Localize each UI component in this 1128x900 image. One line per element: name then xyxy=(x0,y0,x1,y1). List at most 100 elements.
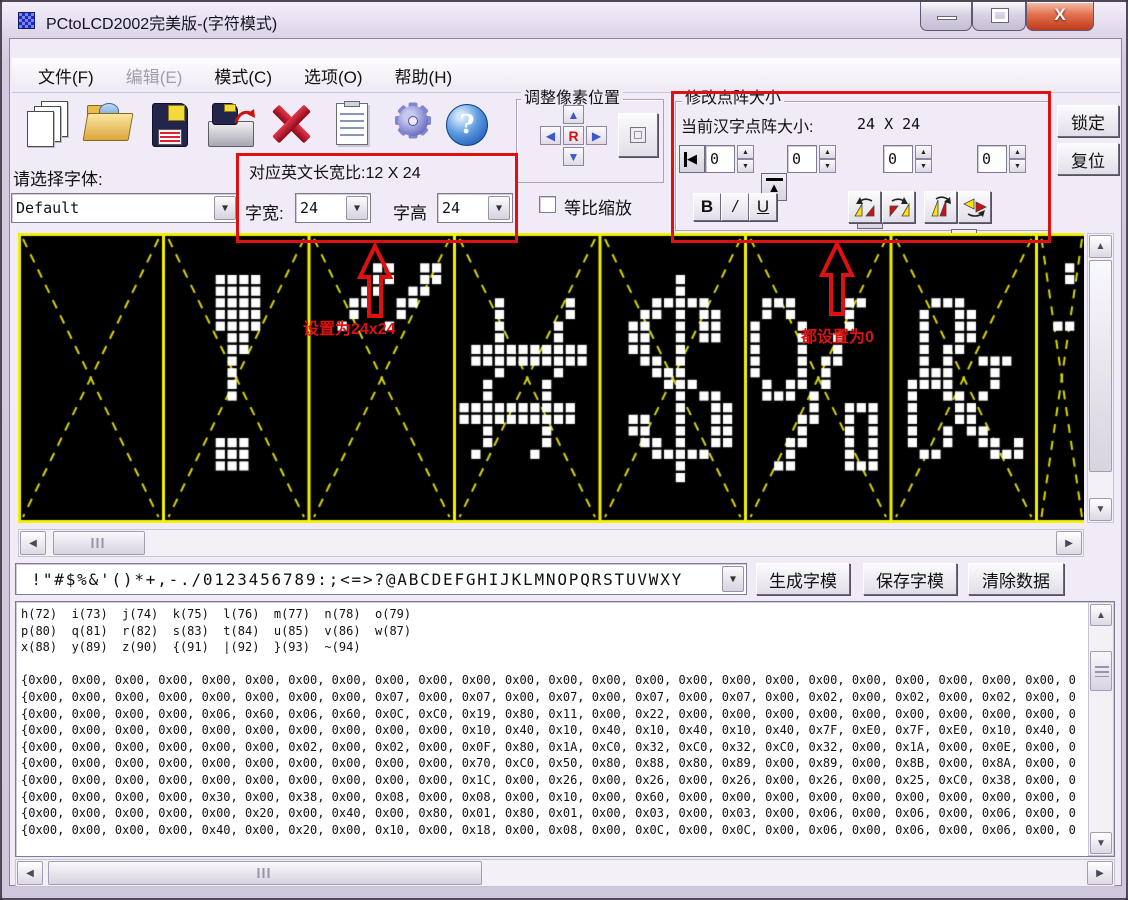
output-vscroll-thumb[interactable] xyxy=(1090,651,1112,691)
scroll-right-button[interactable]: ▶ xyxy=(1056,531,1082,555)
spin-up-icon[interactable]: ▲ xyxy=(819,145,836,159)
chevron-down-icon[interactable]: ▼ xyxy=(214,196,236,220)
menu-file[interactable]: 文件(F) xyxy=(22,59,110,92)
gear-hole xyxy=(408,116,418,126)
bottom-margin-field[interactable]: 0 xyxy=(977,145,1007,173)
preview-vscrollbar[interactable]: ▲ ▼ xyxy=(1087,233,1114,523)
center-glyph-button[interactable] xyxy=(618,113,658,157)
maximize-button[interactable] xyxy=(972,2,1026,31)
output-hscrollbar[interactable]: ◀ ▶ xyxy=(15,859,1115,887)
save-button[interactable] xyxy=(150,101,198,153)
output-vscrollbar[interactable]: ▲ ▼ xyxy=(1088,602,1114,856)
scroll-down-button[interactable]: ▼ xyxy=(1089,498,1112,521)
left-margin-icon-button[interactable]: ◀ xyxy=(679,145,705,173)
flip-horizontal-icon xyxy=(962,196,988,218)
underline-button[interactable]: U xyxy=(749,193,777,221)
reset-button[interactable]: 复位 xyxy=(1057,143,1119,175)
scale-checkbox[interactable] xyxy=(539,196,556,213)
scroll-down-button[interactable]: ▼ xyxy=(1090,832,1112,854)
scroll-left-button[interactable]: ◀ xyxy=(20,531,46,555)
move-left-button[interactable]: ◀ xyxy=(540,126,561,145)
char-height-value: 24 xyxy=(442,199,460,217)
current-matrix-label: 当前汉字点阵大小: xyxy=(681,113,813,137)
char-width-combobox[interactable]: 24 ▼ xyxy=(295,193,371,223)
settings-button[interactable] xyxy=(388,101,436,153)
menu-mode[interactable]: 模式(C) xyxy=(198,59,288,92)
bold-button[interactable]: B xyxy=(693,193,721,221)
spin-down-icon[interactable]: ▼ xyxy=(915,159,932,173)
left-margin-field[interactable]: 0 xyxy=(705,145,735,173)
output-hscroll-thumb[interactable] xyxy=(48,861,482,885)
move-right-button[interactable]: ▶ xyxy=(586,126,607,145)
preview-hscroll-thumb[interactable] xyxy=(53,531,145,555)
rotate-right-button[interactable] xyxy=(882,191,915,223)
italic-button[interactable]: / xyxy=(721,193,749,221)
menu-bar: 文件(F) 编辑(E) 模式(C) 选项(O) 帮助(H) xyxy=(12,58,1120,93)
save-as-button[interactable] xyxy=(208,101,256,153)
app-icon xyxy=(18,12,35,29)
lock-button[interactable]: 锁定 xyxy=(1057,105,1119,137)
view-notes-button[interactable] xyxy=(328,101,376,153)
preview-vscroll-thumb[interactable] xyxy=(1089,260,1112,472)
output-line: p(80) q(81) r(82) s(83) t(84) u(85) v(86… xyxy=(21,623,1076,640)
flip-vertical-button[interactable] xyxy=(924,191,957,223)
menu-edit[interactable]: 编辑(E) xyxy=(110,59,199,92)
right-margin-spinner[interactable]: ▲▼ xyxy=(915,145,932,173)
output-line: {0x00, 0x00, 0x00, 0x00, 0x30, 0x00, 0x3… xyxy=(21,789,1076,806)
help-button[interactable]: ? xyxy=(443,101,491,153)
generate-font-button[interactable]: 生成字模 xyxy=(756,563,850,595)
char-height-combobox[interactable]: 24 ▼ xyxy=(437,193,513,223)
open-file-button[interactable] xyxy=(85,101,133,153)
scroll-right-button[interactable]: ▶ xyxy=(1087,861,1113,885)
scroll-up-button[interactable]: ▲ xyxy=(1089,235,1112,258)
spin-down-icon[interactable]: ▼ xyxy=(819,159,836,173)
output-line: {0x00, 0x00, 0x00, 0x00, 0x00, 0x00, 0x0… xyxy=(21,739,1076,756)
flip-horizontal-button[interactable] xyxy=(958,191,991,223)
help-icon: ? xyxy=(446,104,488,146)
matrix-size-title: 修改点阵大小 xyxy=(682,91,784,106)
minimize-button[interactable] xyxy=(920,2,972,31)
top-margin-spinner[interactable]: ▲▼ xyxy=(819,145,836,173)
char-width-value: 24 xyxy=(300,199,318,217)
output-textarea[interactable]: h(72) i(73) j(74) k(75) l(76) m(77) n(78… xyxy=(15,601,1115,857)
scale-checkbox-label: 等比缩放 xyxy=(564,194,632,219)
spin-down-icon[interactable]: ▼ xyxy=(737,159,754,173)
chevron-down-icon[interactable]: ▼ xyxy=(488,196,510,220)
folder-icon xyxy=(83,113,134,141)
scroll-left-button[interactable]: ◀ xyxy=(17,861,43,885)
lcd-preview[interactable] xyxy=(18,233,1084,523)
move-down-button[interactable]: ▼ xyxy=(563,147,584,166)
spin-up-icon[interactable]: ▲ xyxy=(737,145,754,159)
top-margin-field[interactable]: 0 xyxy=(787,145,817,173)
reset-position-button[interactable]: R xyxy=(563,126,584,145)
output-line: {0x00, 0x00, 0x00, 0x00, 0x00, 0x00, 0x0… xyxy=(21,772,1076,789)
preview-hscrollbar[interactable]: ◀ ▶ xyxy=(18,529,1084,557)
app-window: PCtoLCD2002完美版-(字符模式) X 文件(F) 编辑(E) 模式(C… xyxy=(0,0,1128,900)
floppy-stripes xyxy=(160,132,180,142)
font-select-combobox[interactable]: Default ▼ xyxy=(11,193,239,223)
right-margin-field[interactable]: 0 xyxy=(883,145,913,173)
title-bar[interactable]: PCtoLCD2002完美版-(字符模式) X xyxy=(2,2,1126,38)
spin-up-icon[interactable]: ▲ xyxy=(1009,145,1026,159)
menu-options[interactable]: 选项(O) xyxy=(288,59,379,92)
left-margin-spinner[interactable]: ▲▼ xyxy=(737,145,754,173)
save-font-button[interactable]: 保存字模 xyxy=(863,563,957,595)
chevron-down-icon[interactable]: ▼ xyxy=(722,566,744,592)
spin-up-icon[interactable]: ▲ xyxy=(915,145,932,159)
menu-help[interactable]: 帮助(H) xyxy=(379,59,469,92)
char-list-combobox[interactable]: !"#$%&'()*+,-./0123456789:;<=>?@ABCDEFGH… xyxy=(15,563,747,595)
window-title: PCtoLCD2002完美版-(字符模式) xyxy=(46,10,277,34)
maximize-icon xyxy=(992,9,1008,22)
chevron-down-icon[interactable]: ▼ xyxy=(346,196,368,220)
new-file-button[interactable] xyxy=(25,101,73,153)
delete-button[interactable] xyxy=(268,101,316,153)
rotate-left-button[interactable] xyxy=(848,191,881,223)
scroll-up-button[interactable]: ▲ xyxy=(1090,604,1112,626)
bottom-margin-spinner[interactable]: ▲▼ xyxy=(1009,145,1026,173)
spin-down-icon[interactable]: ▼ xyxy=(1009,159,1026,173)
clear-data-button[interactable]: 清除数据 xyxy=(968,563,1064,595)
move-up-button[interactable]: ▲ xyxy=(563,105,584,124)
thumb-grip xyxy=(1095,666,1109,677)
notes-lines xyxy=(340,113,364,139)
close-button[interactable]: X xyxy=(1026,2,1094,31)
